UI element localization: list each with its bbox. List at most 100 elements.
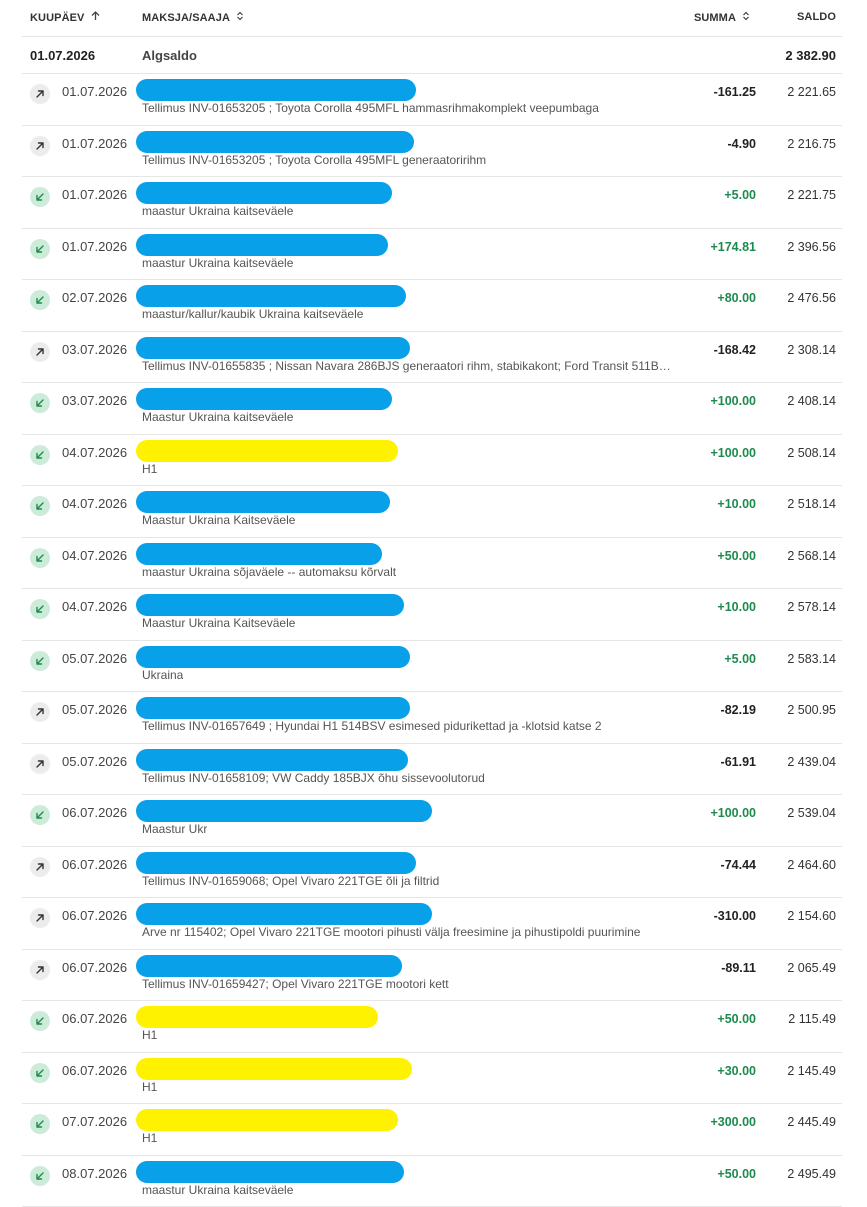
opening-date: 01.07.2026 xyxy=(30,48,95,63)
transaction-amount: +174.81 xyxy=(710,240,756,254)
transaction-description: Maastur Ukr xyxy=(142,822,207,836)
opening-label: Algsaldo xyxy=(142,48,197,63)
table-row[interactable]: 02.07.2026maastur/kallur/kaubik Ukraina … xyxy=(22,280,842,332)
transaction-date: 04.07.2026 xyxy=(62,496,127,511)
running-balance: 2 216.75 xyxy=(787,137,836,151)
transaction-description: Maastur Ukraina kaitseväele xyxy=(142,410,293,424)
transaction-amount: -4.90 xyxy=(728,137,757,151)
incoming-arrow-icon xyxy=(30,239,50,259)
running-balance: 2 500.95 xyxy=(787,703,836,717)
incoming-arrow-icon xyxy=(30,805,50,825)
sort-toggle-icon[interactable] xyxy=(742,11,750,24)
table-row[interactable]: 06.07.2026Maastur Ukr+100.002 539.04 xyxy=(22,795,842,847)
incoming-arrow-icon xyxy=(30,1011,50,1031)
table-row[interactable]: 08.07.2026maastur Ukraina kaitseväele+50… xyxy=(22,1156,842,1207)
running-balance: 2 476.56 xyxy=(787,291,836,305)
sort-ascending-icon[interactable] xyxy=(91,11,100,24)
outgoing-arrow-icon xyxy=(30,857,50,877)
running-balance: 2 518.14 xyxy=(787,497,836,511)
running-balance: 2 065.49 xyxy=(787,961,836,975)
transaction-description: H1 xyxy=(142,462,157,476)
transaction-amount: +100.00 xyxy=(710,806,756,820)
outgoing-arrow-icon xyxy=(30,84,50,104)
table-row[interactable]: 06.07.2026 Tellimus INV-01659068; Opel Vi… xyxy=(22,847,842,899)
table-row[interactable]: 01.07.2026Tellimus INV-01653205 ; Toyota… xyxy=(22,74,842,126)
payee-redaction xyxy=(136,388,392,410)
transaction-date: 06.07.2026 xyxy=(62,1011,127,1026)
table-row[interactable]: 05.07.2026Tellimus INV-01657649 ; Hyunda… xyxy=(22,692,842,744)
running-balance: 2 308.14 xyxy=(787,343,836,357)
transaction-amount: -61.91 xyxy=(721,755,756,769)
table-row[interactable]: 06.07.2026H1+30.002 145.49 xyxy=(22,1053,842,1105)
opening-balance: 2 382.90 xyxy=(785,48,836,63)
incoming-arrow-icon xyxy=(30,445,50,465)
incoming-arrow-icon xyxy=(30,187,50,207)
transaction-date: 01.07.2026 xyxy=(62,136,127,151)
table-row[interactable]: 04.07.2026Maastur Ukraina Kaitseväele+10… xyxy=(22,486,842,538)
outgoing-arrow-icon xyxy=(30,960,50,980)
incoming-arrow-icon xyxy=(30,393,50,413)
column-header-sum-label: SUMMA xyxy=(694,12,736,24)
payee-redaction xyxy=(136,903,432,925)
table-row[interactable]: 06.07.2026Tellimus INV-01659427; Opel Vi… xyxy=(22,950,842,1002)
payee-redaction xyxy=(136,234,388,256)
column-header-date-label: KUUPÄEV xyxy=(30,12,85,24)
transaction-date: 06.07.2026 xyxy=(62,857,127,872)
table-row[interactable]: 05.07.2026Ukraina+5.002 583.14 xyxy=(22,641,842,693)
outgoing-arrow-icon xyxy=(30,754,50,774)
payee-redaction xyxy=(136,182,392,204)
column-header-payee[interactable]: MAKSJA/SAAJA xyxy=(142,11,244,24)
table-row[interactable]: 06.07.2026Arve nr 115402; Opel Vivaro 22… xyxy=(22,898,842,950)
transaction-amount: +50.00 xyxy=(717,549,756,563)
running-balance: 2 464.60 xyxy=(787,858,836,872)
transaction-date: 06.07.2026 xyxy=(62,805,127,820)
table-header: KUUPÄEV MAKSJA/SAAJA SUMMA SALDO xyxy=(22,0,842,37)
transaction-description: Ukraina xyxy=(142,668,183,682)
transaction-description: maastur Ukraina sõjaväele -- automaksu k… xyxy=(142,565,396,579)
outgoing-arrow-icon xyxy=(30,702,50,722)
payee-redaction xyxy=(136,749,408,771)
payee-redaction xyxy=(136,491,390,513)
payee-redaction xyxy=(136,852,416,874)
incoming-arrow-icon xyxy=(30,651,50,671)
table-row[interactable]: 01.07.2026maastur Ukraina kaitseväele+17… xyxy=(22,229,842,281)
payee-redaction xyxy=(136,697,410,719)
table-row[interactable]: 07.07.2026H1+300.002 445.49 xyxy=(22,1104,842,1156)
table-row[interactable]: 06.07.2026H1+50.002 115.49 xyxy=(22,1001,842,1053)
payee-redaction xyxy=(136,440,398,462)
running-balance: 2 578.14 xyxy=(787,600,836,614)
running-balance: 2 583.14 xyxy=(787,652,836,666)
sort-toggle-icon[interactable] xyxy=(236,11,244,24)
running-balance: 2 145.49 xyxy=(787,1064,836,1078)
payee-redaction xyxy=(136,646,410,668)
table-row[interactable]: 05.07.2026Tellimus INV-01658109; VW Cadd… xyxy=(22,744,842,796)
column-header-date[interactable]: KUUPÄEV xyxy=(30,11,100,24)
transaction-description: H1 xyxy=(142,1028,157,1042)
column-header-balance: SALDO xyxy=(797,11,836,23)
payee-redaction xyxy=(136,800,432,822)
transaction-list: 01.07.2026 Tellimus INV-01653205 ; Toyota… xyxy=(22,74,842,1207)
transaction-amount: -310.00 xyxy=(714,909,756,923)
table-row[interactable]: 01.07.2026maastur Ukraina kaitseväele+5.… xyxy=(22,177,842,229)
transaction-description: Tellimus INV-01653205 ; Toyota Corolla 4… xyxy=(142,101,599,115)
table-row[interactable]: 04.07.2026H1+100.002 508.14 xyxy=(22,435,842,487)
table-row[interactable]: 04.07.2026maastur Ukraina sõjaväele -- a… xyxy=(22,538,842,590)
transaction-description: maastur Ukraina kaitseväele xyxy=(142,1183,293,1197)
table-row[interactable]: 03.07.2026Tellimus INV-01655835 ; Nissan… xyxy=(22,332,842,384)
transaction-date: 06.07.2026 xyxy=(62,960,127,975)
transaction-description: Maastur Ukraina Kaitseväele xyxy=(142,616,295,630)
running-balance: 2 115.49 xyxy=(788,1012,836,1026)
transaction-date: 04.07.2026 xyxy=(62,599,127,614)
transaction-description: Tellimus INV-01659068; Opel Vivaro 221TG… xyxy=(142,874,439,888)
transaction-amount: +10.00 xyxy=(717,600,756,614)
table-row[interactable]: 04.07.2026 Maastur Ukraina Kaitseväele +10… xyxy=(22,589,842,641)
transaction-date: 06.07.2026 xyxy=(62,908,127,923)
column-header-sum[interactable]: SUMMA xyxy=(694,11,750,24)
table-row[interactable]: 01.07.2026Tellimus INV-01653205 ; Toyota… xyxy=(22,126,842,178)
transaction-date: 03.07.2026 xyxy=(62,342,127,357)
transaction-date: 08.07.2026 xyxy=(62,1166,127,1181)
running-balance: 2 396.56 xyxy=(787,240,836,254)
table-row[interactable]: 03.07.2026Maastur Ukraina kaitseväele+10… xyxy=(22,383,842,435)
column-header-balance-label: SALDO xyxy=(797,11,836,23)
column-header-payee-label: MAKSJA/SAAJA xyxy=(142,12,230,24)
